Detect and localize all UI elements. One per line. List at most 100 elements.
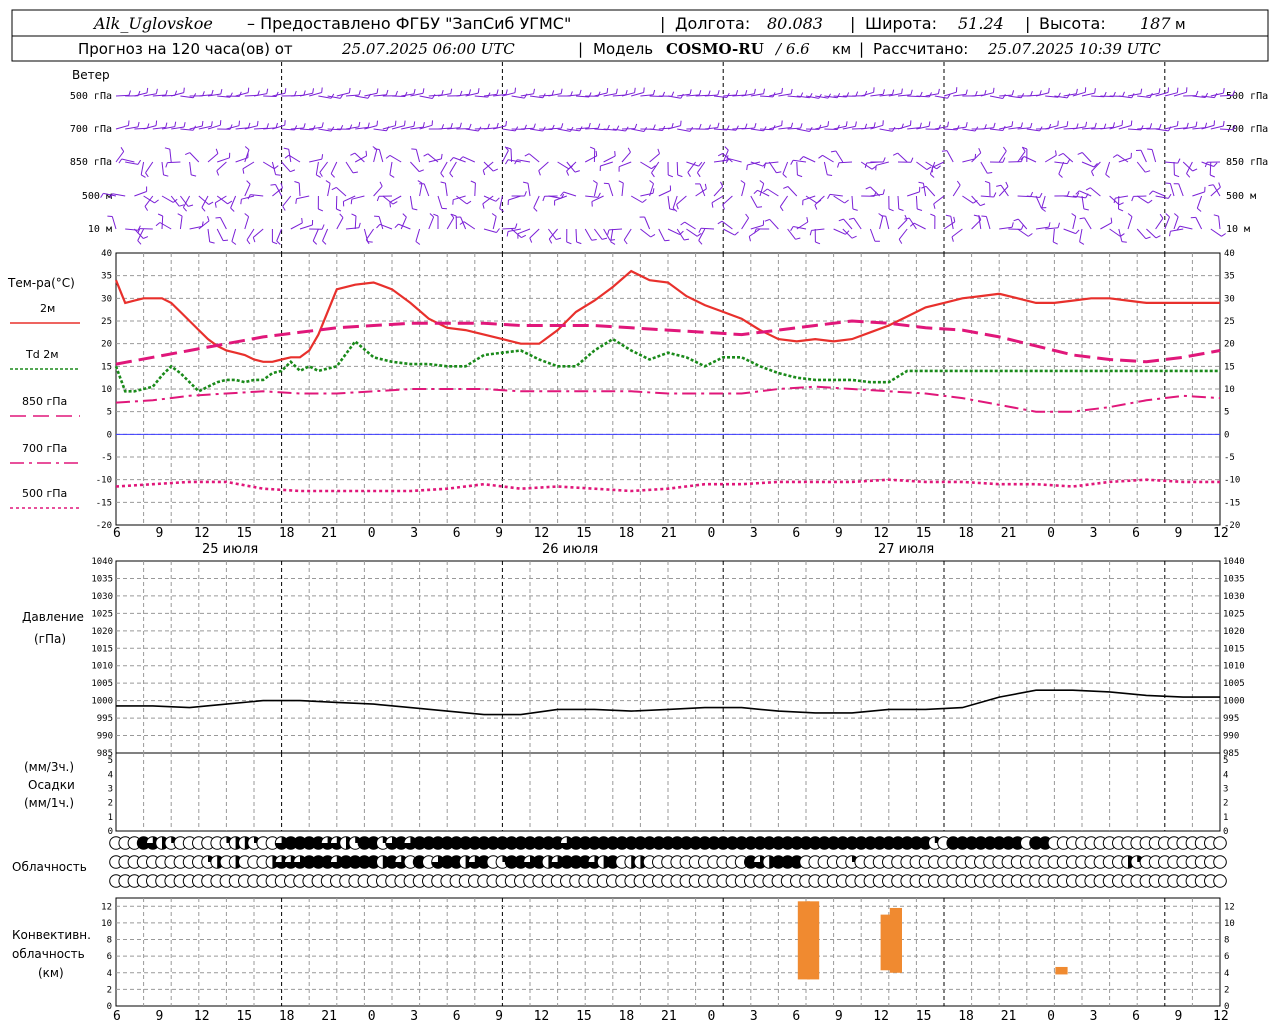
wind-barb [275,184,283,197]
wind-barb [1192,191,1205,197]
wind-barb-feather [996,184,1002,187]
wind-barb [446,217,455,230]
computed-label: Рассчитано: [873,40,968,58]
y-tick-label: 35 [101,272,112,282]
wind-barb-feather [947,121,949,127]
y-tick-label-right: 1025 [1223,609,1245,619]
wind-barb-feather [926,166,932,171]
wind-barb [640,192,654,197]
wind-barb-feather [930,213,936,217]
wind-barb-feather [818,124,822,130]
wind-barb-feather [1057,222,1060,228]
wind-barb-feather [491,213,497,217]
x-tick-label: 0 [1047,1009,1055,1024]
wind-barb [410,161,420,172]
wind-barb-feather [422,88,425,94]
date-label: 26 июля [542,542,598,557]
y-tick-label: 25 [101,317,112,327]
wind-barb-feather [591,239,597,241]
x-tick-label: 9 [835,526,843,541]
wind-barb-feather [1075,88,1078,94]
wind-barb [1146,228,1157,239]
wind-barb [822,154,834,163]
x-tick-label: 3 [410,1009,418,1024]
wind-barb [700,227,715,230]
wind-barb-feather [529,237,533,243]
y-tick-label-right: 2 [1223,799,1228,809]
x-tick-label: 6 [792,526,800,541]
wind-barb [444,183,448,197]
wind-barb [409,195,413,209]
wind-barb-feather [402,213,407,218]
y-tick-label-right: 1000 [1223,697,1245,707]
legend-label: Td 2м [25,348,59,361]
y-tick-label: -5 [101,453,112,463]
wind-barb-feather [1196,207,1202,212]
wind-barb-feather [1204,122,1208,128]
wind-barb-feather [763,88,765,94]
wind-barb-feather [1055,150,1057,156]
wind-barb [1218,216,1221,230]
wind-barb-feather [783,186,789,189]
wind-barb-feather [898,239,903,244]
wind-barb-feather [852,208,858,211]
wind-barb [563,191,577,197]
wind-barb-feather [240,199,242,205]
y-tick-label-right: 2 [1224,985,1229,995]
wind-barb-feather [128,90,131,96]
wind-barb-feather [223,239,229,242]
wind-barb-feather [576,241,582,245]
wind-barb-feather [270,184,276,186]
wind-barb [171,92,184,97]
wind-barb-feather [449,157,454,162]
wind-barb [115,151,125,163]
wind-barb [672,195,678,209]
wind-barb-feather [918,181,924,184]
wind-barb [527,183,531,197]
wind-barb-feather [1176,87,1179,93]
wind-barb-feather [294,181,300,184]
wind-level-label-right: 500 гПа [1226,91,1268,102]
model-resolution-unit: км [832,42,851,58]
wind-barb-feather [191,174,197,177]
wind-barb-feather [1085,187,1091,191]
wind-barb-feather [1011,222,1014,228]
wind-barb-feather [827,174,833,176]
wind-barb-feather [312,240,318,245]
wind-barb-feather [618,180,624,184]
wind-barb-feather [440,181,446,184]
wind-barb [538,161,549,171]
wind-barb-feather [724,146,729,151]
wind-barb [933,195,945,205]
wind-barb-feather [606,88,609,94]
x-tick-label: 9 [1175,526,1183,541]
wind-barb-feather [1076,123,1079,129]
wind-barb-feather [1066,158,1071,164]
y-tick-label: 1035 [91,574,113,584]
wind-barb-feather [1077,152,1083,155]
wind-barb-feather [880,215,886,217]
wind-barb-feather [155,222,161,227]
wind-barb [915,195,918,210]
wind-barb-feather [1148,190,1154,195]
wind-barb-feather [815,241,821,245]
y-tick-label: 995 [97,714,113,724]
wind-barb-feather [848,217,855,220]
wind-barb-feather [757,206,763,208]
x-tick-label: 15 [236,1009,252,1024]
wind-barb-feather [493,168,499,172]
wind-level-labels: 500 гПа 500 гПа700 гПа 700 гПа850 гПа 850 г… [70,91,1268,235]
wind-barb-feather [1174,174,1180,178]
wind-barb-feather [331,186,337,191]
wind-barb [980,195,994,198]
wind-barb-feather [1155,235,1161,239]
wind-barb [143,195,155,204]
wind-barb-feather [973,214,979,217]
wind-barb [312,228,319,242]
wind-barb-feather [183,207,187,212]
wind-level-label: 700 гПа [70,124,112,135]
wind-barb-feather [1195,121,1198,127]
wind-barb-feather [910,89,913,95]
wind-barb-feather [904,217,910,220]
alt-unit: м [1175,17,1186,33]
